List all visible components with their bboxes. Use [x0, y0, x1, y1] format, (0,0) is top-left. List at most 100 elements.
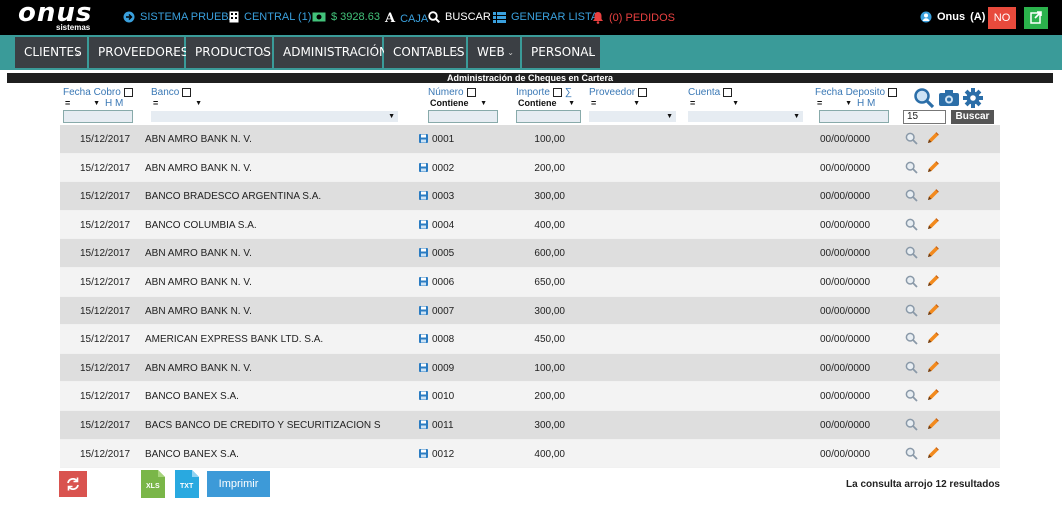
table-row[interactable]: 15/12/2017 ABN AMRO BANK N. V. 0006 650,00 0…: [60, 267, 1000, 297]
importe-input[interactable]: [516, 110, 581, 123]
camera-icon[interactable]: [938, 89, 960, 107]
edit-pencil-icon[interactable]: [926, 131, 940, 148]
fecha-cobro-input[interactable]: [63, 110, 133, 123]
table-row[interactable]: 15/12/2017 BACS BANCO DE CREDITO Y SECURI…: [60, 410, 1000, 440]
view-icon[interactable]: [905, 361, 918, 377]
importe-checkbox[interactable]: [552, 88, 562, 97]
cuenta-checkbox[interactable]: [723, 88, 733, 97]
proveedor-select[interactable]: ▼: [589, 111, 676, 122]
refresh-button[interactable]: [59, 471, 87, 497]
fecha-deposito-operator-select[interactable]: = ▼: [815, 98, 855, 109]
user-menu[interactable]: Onus (A): [920, 11, 985, 23]
table-row[interactable]: 15/12/2017 ABN AMRO BANK N. V. 0005 600,00 0…: [60, 239, 1000, 268]
fecha-deposito-checkbox[interactable]: [888, 88, 898, 97]
no-button[interactable]: NO: [988, 7, 1016, 29]
nav-contables[interactable]: CONTABLES ⌄: [384, 37, 466, 68]
view-icon[interactable]: [905, 218, 918, 234]
hour-minute-toggle[interactable]: H M: [105, 98, 123, 109]
floppy-disk-icon[interactable]: [419, 334, 428, 346]
numero-checkbox[interactable]: [466, 88, 476, 97]
table-row[interactable]: 15/12/2017 BANCO BANEX S.A. 0012 400,00 00/0…: [60, 439, 1000, 469]
view-icon[interactable]: [905, 246, 918, 262]
table-row[interactable]: 15/12/2017 BANCO BANEX S.A. 0010 200,00 00/0…: [60, 382, 1000, 411]
cuenta-select[interactable]: ▼: [688, 111, 803, 122]
table-row[interactable]: 15/12/2017 ABN AMRO BANK N. V. 0007 300,00 0…: [60, 296, 1000, 326]
money-icon: [312, 12, 326, 22]
exit-button[interactable]: [1024, 7, 1048, 29]
caja-link[interactable]: A CAJA: [385, 11, 428, 26]
floppy-disk-icon[interactable]: [419, 162, 428, 175]
view-icon[interactable]: [905, 389, 918, 405]
imprimir-button[interactable]: Imprimir: [207, 471, 270, 497]
central-link[interactable]: CENTRAL (1): [229, 11, 311, 23]
view-icon[interactable]: [905, 447, 918, 463]
view-icon[interactable]: [905, 332, 918, 348]
view-icon[interactable]: [905, 304, 918, 320]
nav-web[interactable]: WEB ⌄: [468, 37, 520, 68]
numero-operator-select[interactable]: Contiene ▼: [428, 98, 490, 109]
view-icon[interactable]: [905, 132, 918, 148]
floppy-disk-icon[interactable]: [419, 191, 428, 203]
nav-clientes[interactable]: CLIENTES ⌄: [15, 37, 87, 68]
buscar-link[interactable]: BUSCAR: [428, 11, 491, 23]
nav-proveedores[interactable]: PROVEEDORES ⌄: [89, 37, 188, 68]
buscar-button[interactable]: Buscar: [951, 110, 994, 124]
edit-pencil-icon[interactable]: [926, 245, 940, 262]
edit-pencil-icon[interactable]: [926, 303, 940, 320]
onus-logo[interactable]: onus sistemas: [18, 0, 104, 32]
edit-pencil-icon[interactable]: [926, 417, 940, 434]
fecha-cobro-checkbox[interactable]: [123, 88, 133, 97]
proveedor-checkbox[interactable]: [638, 88, 648, 97]
nav-personal[interactable]: PERSONAL ⌄: [522, 37, 600, 68]
search-icon[interactable]: [913, 87, 935, 109]
edit-pencil-icon[interactable]: [926, 446, 940, 463]
table-row[interactable]: 15/12/2017 BANCO BRADESCO ARGENTINA S.A. 0…: [60, 182, 1000, 211]
nav-administracion[interactable]: ADMINISTRACIÓN ⌄: [274, 37, 388, 68]
floppy-disk-icon[interactable]: [419, 134, 428, 146]
cash-display[interactable]: $ 3928.63: [312, 11, 380, 23]
floppy-disk-icon[interactable]: [419, 448, 428, 461]
floppy-disk-icon[interactable]: [419, 419, 428, 432]
banco-select[interactable]: ▼: [151, 111, 398, 122]
edit-pencil-icon[interactable]: [926, 360, 940, 377]
proveedor-operator-select[interactable]: = ▼: [589, 98, 643, 109]
view-icon[interactable]: [905, 418, 918, 434]
floppy-disk-icon[interactable]: [419, 305, 428, 318]
table-row[interactable]: 15/12/2017 AMERICAN EXPRESS BANK LTD. S.A…: [60, 325, 1000, 354]
numero-input[interactable]: [428, 110, 498, 123]
txt-export-icon[interactable]: TXT: [175, 470, 199, 501]
banco-checkbox[interactable]: [182, 88, 192, 97]
view-icon[interactable]: [905, 161, 918, 177]
table-row[interactable]: 15/12/2017 ABN AMRO BANK N. V. 0001 100,00 0…: [60, 125, 1000, 154]
importe-operator-select[interactable]: Contiene ▼: [516, 98, 578, 109]
nav-productos[interactable]: PRODUCTOS ⌄: [186, 37, 272, 68]
hour-minute-toggle[interactable]: H M: [857, 98, 875, 109]
view-icon[interactable]: [905, 189, 918, 205]
edit-pencil-icon[interactable]: [926, 388, 940, 405]
view-icon[interactable]: [905, 275, 918, 291]
floppy-disk-icon[interactable]: [419, 248, 428, 260]
floppy-disk-icon[interactable]: [419, 362, 428, 375]
generar-lista-link[interactable]: GENERAR LISTA: [493, 11, 598, 23]
gear-icon[interactable]: [962, 87, 984, 109]
results-limit-input[interactable]: 15: [903, 110, 946, 124]
edit-pencil-icon[interactable]: [926, 188, 940, 205]
edit-pencil-icon[interactable]: [926, 274, 940, 291]
floppy-disk-icon[interactable]: [419, 276, 428, 289]
table-row[interactable]: 15/12/2017 ABN AMRO BANK N. V. 0002 200,00 0…: [60, 153, 1000, 183]
banco-operator-select[interactable]: = ▼: [151, 98, 205, 109]
edit-pencil-icon[interactable]: [926, 331, 940, 348]
table-row[interactable]: 15/12/2017 BANCO COLUMBIA S.A. 0004 400,00 0…: [60, 210, 1000, 240]
edit-pencil-icon[interactable]: [926, 160, 940, 177]
company-link[interactable]: SISTEMA PRUEBA: [123, 11, 236, 23]
floppy-disk-icon[interactable]: [419, 391, 428, 403]
fecha-cobro-operator-select[interactable]: = ▼: [63, 98, 103, 109]
pedidos-link[interactable]: (0) PEDIDOS: [592, 11, 675, 24]
sum-icon[interactable]: ∑: [565, 87, 572, 98]
xls-export-icon[interactable]: XLS: [141, 470, 165, 501]
cuenta-operator-select[interactable]: = ▼: [688, 98, 742, 109]
floppy-disk-icon[interactable]: [419, 219, 428, 232]
table-row[interactable]: 15/12/2017 ABN AMRO BANK N. V. 0009 100,00 0…: [60, 353, 1000, 383]
edit-pencil-icon[interactable]: [926, 217, 940, 234]
fecha-deposito-input[interactable]: [819, 110, 889, 123]
